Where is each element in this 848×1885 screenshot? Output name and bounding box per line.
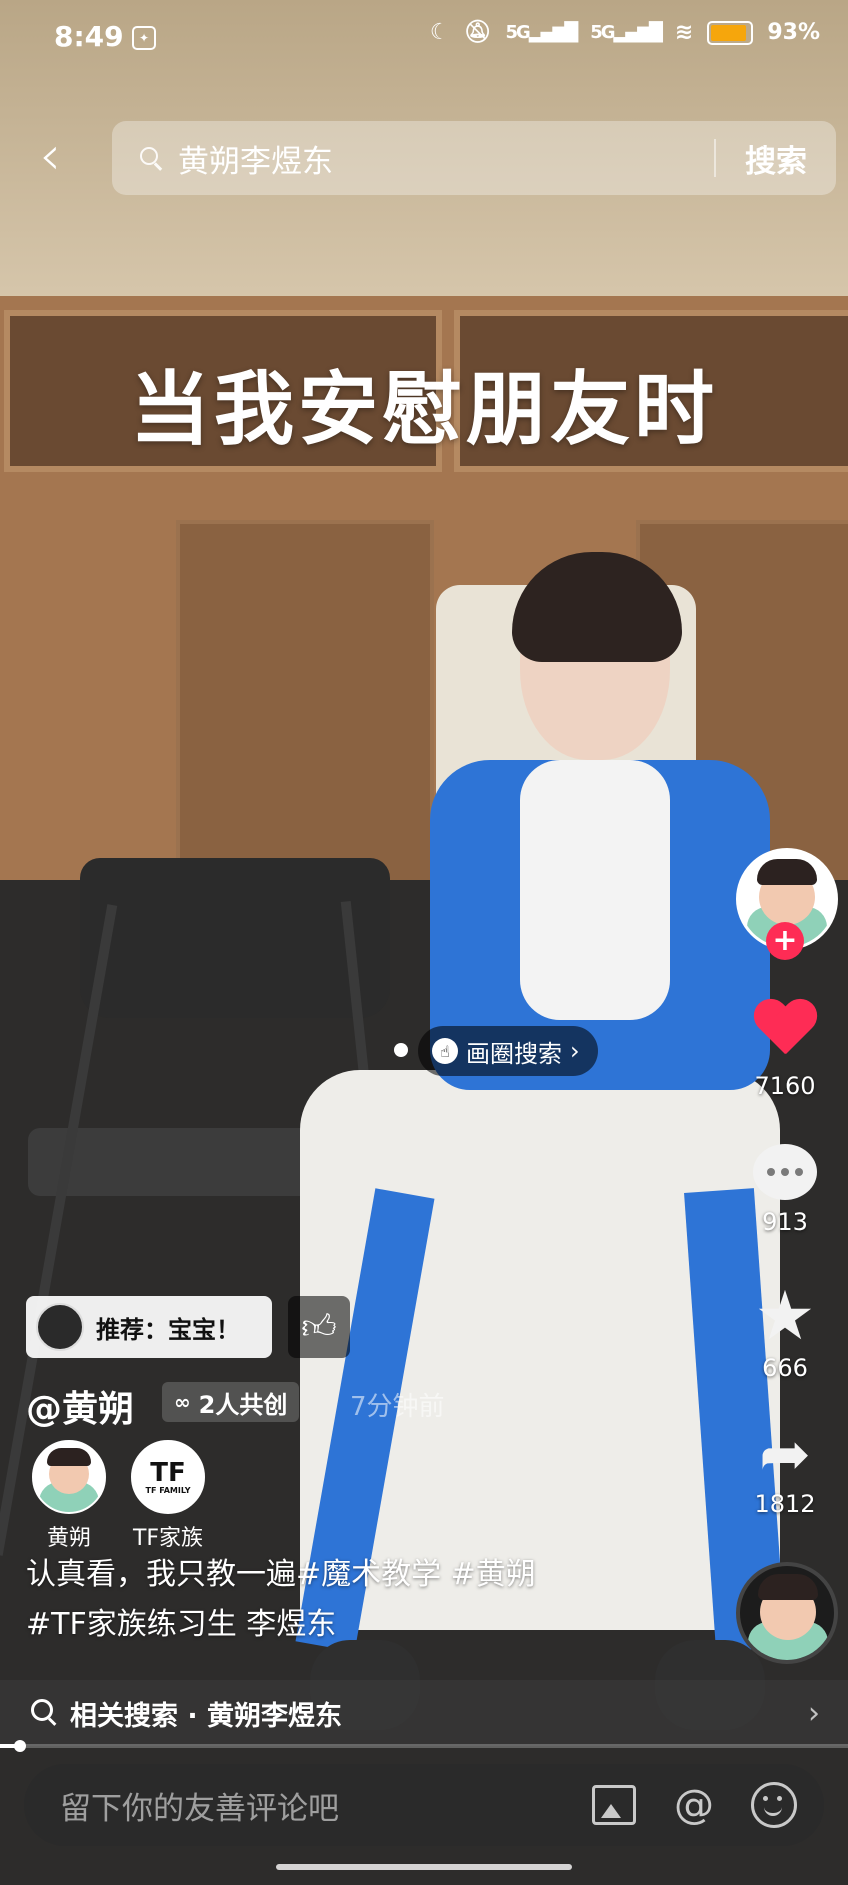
battery-percent: 93% [767, 20, 820, 45]
at-icon: @ [674, 1782, 714, 1828]
smiley-icon [751, 1782, 797, 1828]
creator-name: TF家族 [132, 1526, 204, 1551]
video-screen[interactable]: 8:49 ✦ ☾ 🔕︎ 5G▂▄▆█ 5G▂▄▆█ ≋ 93% ‹ 黄朔李煜东 … [0, 0, 848, 1885]
heart-icon [752, 1000, 818, 1060]
signal-label: 5G [505, 22, 531, 43]
emoji-button[interactable] [744, 1775, 804, 1835]
thumbs-up-button[interactable]: 👍︎ [288, 1296, 350, 1358]
video-caption-overlay: 当我安慰朋友时 [130, 363, 718, 456]
video-progress-bar[interactable] [0, 1744, 848, 1748]
cabinet-door [176, 520, 434, 898]
tf-logo-sub: TF FAMILY [145, 1485, 191, 1495]
hand-pointer-icon: ☝ [432, 1038, 458, 1064]
recommendation-text: 推荐：宝宝！ [96, 1315, 240, 1344]
disc-avatar-hair [758, 1574, 818, 1600]
mention-button[interactable]: @ [664, 1775, 724, 1835]
creator-avatar [32, 1440, 106, 1514]
circle-search-label: 画圈搜索 [466, 1039, 562, 1068]
progress-handle[interactable] [14, 1740, 26, 1752]
image-icon [592, 1785, 636, 1825]
favorite-count: 666 [762, 1354, 808, 1382]
recommender-avatar [36, 1303, 84, 1351]
favorite-button[interactable]: ★ 666 [740, 1277, 830, 1383]
clock: 8:49 [54, 20, 124, 53]
back-button[interactable]: ‹ [28, 128, 72, 184]
person-shirt [520, 760, 670, 1020]
share-count: 1812 [754, 1490, 816, 1518]
music-disc[interactable] [736, 1562, 838, 1664]
cocreate-label: 2人共创 [198, 1390, 288, 1419]
signal-icon: 5G▂▄▆█ [505, 22, 579, 43]
comment-count: 913 [762, 1208, 808, 1236]
like-button[interactable]: 7160 [740, 1000, 830, 1100]
search-icon [30, 1698, 60, 1728]
battery-fill [711, 24, 747, 41]
creator-name: 黄朔 [46, 1526, 91, 1551]
related-search-label: 相关搜索 · 黄朔李煜东 [70, 1700, 343, 1732]
post-time: 7分钟前 [350, 1392, 445, 1422]
share-button[interactable]: ➦ 1812 [740, 1417, 830, 1519]
like-count: 7160 [754, 1072, 816, 1100]
author-handle[interactable]: @黄朔 [26, 1380, 134, 1432]
search-icon [138, 145, 164, 171]
notification-app-icon: ✦ [132, 26, 156, 50]
tf-logo-text: TF [150, 1457, 186, 1488]
follow-button[interactable]: + [766, 922, 804, 960]
avatar-hair [47, 1448, 91, 1466]
comment-input-bar[interactable]: 留下你的友善评论吧 @ [24, 1764, 824, 1846]
status-bar: 8:49 ✦ ☾ 🔕︎ 5G▂▄▆█ 5G▂▄▆█ ≋ 93% [0, 0, 848, 80]
home-indicator[interactable] [276, 1864, 572, 1870]
tf-family-logo: TF TF FAMILY [131, 1440, 205, 1514]
search-bar[interactable]: 黄朔李煜东 搜索 [112, 121, 836, 195]
recommendation-chip[interactable]: 推荐：宝宝！ [26, 1296, 272, 1358]
wifi-icon: ≋ [674, 20, 694, 45]
search-input[interactable]: 黄朔李煜东 [178, 136, 714, 181]
creator-huangshuo[interactable]: 黄朔 [19, 1440, 119, 1552]
black-chair-back [80, 858, 390, 1018]
signal-icon: 5G▂▄▆█ [590, 22, 663, 43]
image-button[interactable] [584, 1775, 644, 1835]
share-arrow-icon: ➦ [759, 1417, 811, 1490]
status-icons: ☾ 🔕︎ 5G▂▄▆█ 5G▂▄▆█ ≋ 93% [430, 20, 820, 45]
link-icon: ∞ [174, 1390, 191, 1414]
caption-line: 认真看，我只教一遍#魔术教学 #黄朔 [26, 1557, 536, 1592]
video-description[interactable]: 认真看，我只教一遍#魔术教学 #黄朔 #TF家族练习生 李煜东 [26, 1550, 726, 1650]
thumbs-up-icon: 👍︎ [301, 1306, 337, 1347]
star-icon: ★ [754, 1277, 816, 1356]
signal-label: 5G [590, 22, 615, 43]
moon-icon: ☾ [429, 20, 450, 45]
circle-search-dot [394, 1043, 408, 1057]
comment-button[interactable]: 913 [740, 1144, 830, 1236]
chevron-right-icon: › [808, 1695, 820, 1731]
creator-tf-family[interactable]: TF TF FAMILY TF家族 [118, 1440, 218, 1552]
avatar-hair [757, 859, 817, 885]
chevron-left-icon: ‹ [39, 124, 61, 187]
cocreate-badge[interactable]: ∞ 2人共创 [162, 1382, 300, 1422]
comment-input[interactable]: 留下你的友善评论吧 [60, 1783, 584, 1828]
caption-line: #TF家族练习生 李煜东 [26, 1607, 337, 1642]
mute-bell-icon: 🔕︎ [463, 20, 492, 45]
comment-bubble-icon [753, 1144, 817, 1200]
circle-search-button[interactable]: ☝ 画圈搜索 › [418, 1026, 598, 1076]
related-search-bar[interactable]: 相关搜索 · 黄朔李煜东 › [0, 1680, 848, 1746]
chevron-right-icon: › [570, 1037, 580, 1065]
battery-icon [707, 20, 754, 45]
search-button[interactable]: 搜索 [716, 136, 836, 181]
